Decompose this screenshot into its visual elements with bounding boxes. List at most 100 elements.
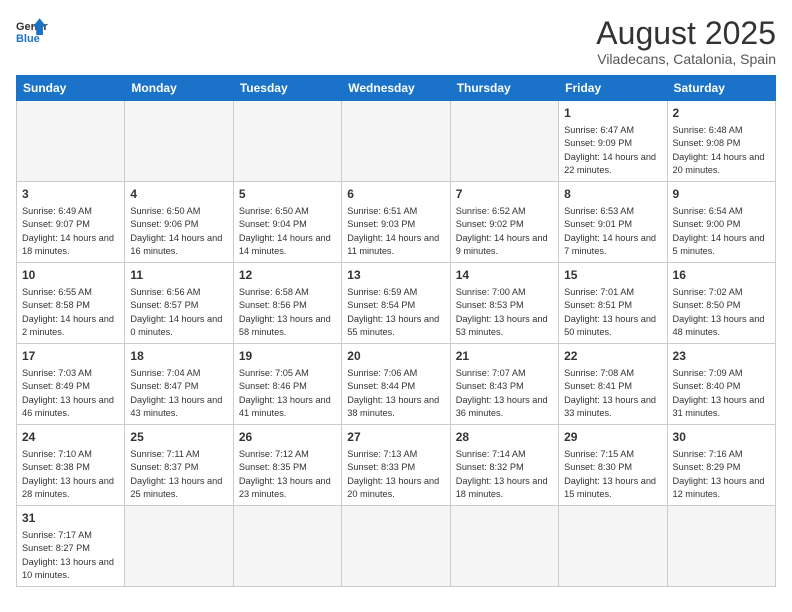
- day-info: Sunrise: 7:02 AM Sunset: 8:50 PM Dayligh…: [673, 287, 765, 337]
- title-area: August 2025 Viladecans, Catalonia, Spain: [596, 16, 776, 67]
- day-number: 12: [239, 267, 336, 284]
- day-info: Sunrise: 6:47 AM Sunset: 9:09 PM Dayligh…: [564, 125, 656, 175]
- header-monday: Monday: [125, 76, 233, 101]
- calendar-cell: [559, 506, 667, 587]
- day-number: 30: [673, 429, 770, 446]
- page-container: General Blue August 2025 Viladecans, Cat…: [16, 16, 776, 587]
- calendar-cell: [125, 506, 233, 587]
- day-number: 26: [239, 429, 336, 446]
- calendar-cell: 13 Sunrise: 6:59 AM Sunset: 8:54 PM Dayli…: [342, 263, 450, 344]
- day-number: 25: [130, 429, 227, 446]
- calendar-row: 24 Sunrise: 7:10 AM Sunset: 8:38 PM Dayli…: [17, 425, 776, 506]
- day-info: Sunrise: 7:03 AM Sunset: 8:49 PM Dayligh…: [22, 368, 114, 418]
- calendar-table: Sunday Monday Tuesday Wednesday Thursday…: [16, 75, 776, 587]
- calendar-cell: 17 Sunrise: 7:03 AM Sunset: 8:49 PM Dayli…: [17, 344, 125, 425]
- calendar-cell: 4Sunrise: 6:50 AM Sunset: 9:06 PM Daylig…: [125, 182, 233, 263]
- calendar-cell: 25 Sunrise: 7:11 AM Sunset: 8:37 PM Dayli…: [125, 425, 233, 506]
- calendar-cell: 15Sunrise: 7:01 AM Sunset: 8:51 PM Dayli…: [559, 263, 667, 344]
- day-info: Sunrise: 7:13 AM Sunset: 8:33 PM Dayligh…: [347, 449, 439, 499]
- generalblue-logo-icon: General Blue: [16, 16, 48, 44]
- day-info: Sunrise: 6:50 AM Sunset: 9:04 PM Dayligh…: [239, 206, 331, 256]
- calendar-cell: 22Sunrise: 7:08 AM Sunset: 8:41 PM Dayli…: [559, 344, 667, 425]
- header-saturday: Saturday: [667, 76, 775, 101]
- day-info: Sunrise: 6:56 AM Sunset: 8:57 PM Dayligh…: [130, 287, 222, 337]
- day-number: 11: [130, 267, 227, 284]
- day-info: Sunrise: 6:48 AM Sunset: 9:08 PM Dayligh…: [673, 125, 765, 175]
- day-info: Sunrise: 7:04 AM Sunset: 8:47 PM Dayligh…: [130, 368, 222, 418]
- calendar-row: 31Sunrise: 7:17 AM Sunset: 8:27 PM Dayli…: [17, 506, 776, 587]
- calendar-row: 10 Sunrise: 6:55 AM Sunset: 8:58 PM Dayli…: [17, 263, 776, 344]
- calendar-cell: [233, 101, 341, 182]
- day-info: Sunrise: 7:09 AM Sunset: 8:40 PM Dayligh…: [673, 368, 765, 418]
- calendar-cell: [450, 506, 558, 587]
- day-info: Sunrise: 6:59 AM Sunset: 8:54 PM Dayligh…: [347, 287, 439, 337]
- day-number: 17: [22, 348, 119, 365]
- day-number: 19: [239, 348, 336, 365]
- day-info: Sunrise: 7:15 AM Sunset: 8:30 PM Dayligh…: [564, 449, 656, 499]
- calendar-cell: 3 Sunrise: 6:49 AM Sunset: 9:07 PM Daylig…: [17, 182, 125, 263]
- day-info: Sunrise: 6:51 AM Sunset: 9:03 PM Dayligh…: [347, 206, 439, 256]
- day-number: 7: [456, 186, 553, 203]
- calendar-cell: 31Sunrise: 7:17 AM Sunset: 8:27 PM Dayli…: [17, 506, 125, 587]
- calendar-cell: 8Sunrise: 6:53 AM Sunset: 9:01 PM Daylig…: [559, 182, 667, 263]
- calendar-cell: 16 Sunrise: 7:02 AM Sunset: 8:50 PM Dayli…: [667, 263, 775, 344]
- header-wednesday: Wednesday: [342, 76, 450, 101]
- day-info: Sunrise: 7:12 AM Sunset: 8:35 PM Dayligh…: [239, 449, 331, 499]
- day-number: 24: [22, 429, 119, 446]
- calendar-cell: [233, 506, 341, 587]
- day-number: 10: [22, 267, 119, 284]
- day-number: 9: [673, 186, 770, 203]
- header-tuesday: Tuesday: [233, 76, 341, 101]
- calendar-cell: [342, 101, 450, 182]
- calendar-cell: 19 Sunrise: 7:05 AM Sunset: 8:46 PM Dayli…: [233, 344, 341, 425]
- day-number: 1: [564, 105, 661, 122]
- day-number: 8: [564, 186, 661, 203]
- calendar-cell: 20 Sunrise: 7:06 AM Sunset: 8:44 PM Dayli…: [342, 344, 450, 425]
- calendar-cell: 5Sunrise: 6:50 AM Sunset: 9:04 PM Daylig…: [233, 182, 341, 263]
- day-info: Sunrise: 7:10 AM Sunset: 8:38 PM Dayligh…: [22, 449, 114, 499]
- calendar-cell: [342, 506, 450, 587]
- day-number: 2: [673, 105, 770, 122]
- calendar-cell: 30 Sunrise: 7:16 AM Sunset: 8:29 PM Dayli…: [667, 425, 775, 506]
- calendar-cell: [125, 101, 233, 182]
- calendar-cell: 10 Sunrise: 6:55 AM Sunset: 8:58 PM Dayli…: [17, 263, 125, 344]
- day-number: 4: [130, 186, 227, 203]
- calendar-cell: 28Sunrise: 7:14 AM Sunset: 8:32 PM Dayli…: [450, 425, 558, 506]
- day-number: 20: [347, 348, 444, 365]
- header-sunday: Sunday: [17, 76, 125, 101]
- header-area: General Blue August 2025 Viladecans, Cat…: [16, 16, 776, 67]
- calendar-cell: 26 Sunrise: 7:12 AM Sunset: 8:35 PM Dayli…: [233, 425, 341, 506]
- day-number: 16: [673, 267, 770, 284]
- day-info: Sunrise: 7:16 AM Sunset: 8:29 PM Dayligh…: [673, 449, 765, 499]
- weekday-header-row: Sunday Monday Tuesday Wednesday Thursday…: [17, 76, 776, 101]
- day-info: Sunrise: 7:01 AM Sunset: 8:51 PM Dayligh…: [564, 287, 656, 337]
- day-info: Sunrise: 7:05 AM Sunset: 8:46 PM Dayligh…: [239, 368, 331, 418]
- calendar-cell: 6 Sunrise: 6:51 AM Sunset: 9:03 PM Daylig…: [342, 182, 450, 263]
- svg-text:Blue: Blue: [16, 33, 40, 44]
- day-info: Sunrise: 7:00 AM Sunset: 8:53 PM Dayligh…: [456, 287, 548, 337]
- day-info: Sunrise: 6:49 AM Sunset: 9:07 PM Dayligh…: [22, 206, 114, 256]
- day-info: Sunrise: 6:58 AM Sunset: 8:56 PM Dayligh…: [239, 287, 331, 337]
- logo: General Blue: [16, 16, 48, 44]
- calendar-cell: 12 Sunrise: 6:58 AM Sunset: 8:56 PM Dayli…: [233, 263, 341, 344]
- calendar-cell: 9 Sunrise: 6:54 AM Sunset: 9:00 PM Daylig…: [667, 182, 775, 263]
- day-info: Sunrise: 7:07 AM Sunset: 8:43 PM Dayligh…: [456, 368, 548, 418]
- day-number: 3: [22, 186, 119, 203]
- calendar-cell: 7Sunrise: 6:52 AM Sunset: 9:02 PM Daylig…: [450, 182, 558, 263]
- day-number: 31: [22, 510, 119, 527]
- calendar-cell: 24 Sunrise: 7:10 AM Sunset: 8:38 PM Dayli…: [17, 425, 125, 506]
- calendar-cell: 21Sunrise: 7:07 AM Sunset: 8:43 PM Dayli…: [450, 344, 558, 425]
- day-number: 6: [347, 186, 444, 203]
- calendar-cell: 18Sunrise: 7:04 AM Sunset: 8:47 PM Dayli…: [125, 344, 233, 425]
- day-number: 13: [347, 267, 444, 284]
- calendar-cell: 27Sunrise: 7:13 AM Sunset: 8:33 PM Dayli…: [342, 425, 450, 506]
- calendar-cell: 23Sunrise: 7:09 AM Sunset: 8:40 PM Dayli…: [667, 344, 775, 425]
- day-info: Sunrise: 7:06 AM Sunset: 8:44 PM Dayligh…: [347, 368, 439, 418]
- day-info: Sunrise: 6:54 AM Sunset: 9:00 PM Dayligh…: [673, 206, 765, 256]
- location-subtitle: Viladecans, Catalonia, Spain: [596, 51, 776, 67]
- calendar-cell: [17, 101, 125, 182]
- calendar-cell: 1 Sunrise: 6:47 AM Sunset: 9:09 PM Daylig…: [559, 101, 667, 182]
- day-info: Sunrise: 7:11 AM Sunset: 8:37 PM Dayligh…: [130, 449, 222, 499]
- calendar-cell: [667, 506, 775, 587]
- day-info: Sunrise: 6:55 AM Sunset: 8:58 PM Dayligh…: [22, 287, 114, 337]
